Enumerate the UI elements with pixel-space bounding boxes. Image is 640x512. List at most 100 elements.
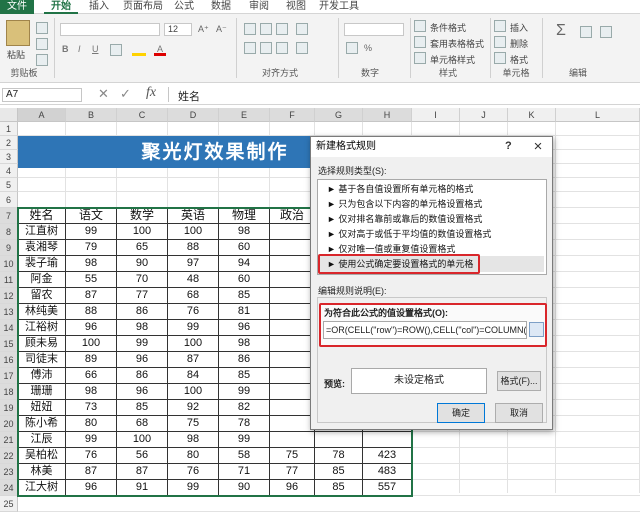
table-cell[interactable]: 99 bbox=[66, 432, 117, 448]
paste-button[interactable]: 粘贴 bbox=[7, 48, 25, 61]
table-cell[interactable]: 81 bbox=[219, 304, 270, 320]
select-all-corner[interactable] bbox=[0, 108, 18, 122]
cancel-button[interactable]: 取消 bbox=[495, 403, 543, 423]
table-cell[interactable]: 98 bbox=[66, 256, 117, 272]
row-header[interactable]: 5 bbox=[0, 178, 18, 192]
column-header[interactable]: I bbox=[412, 108, 460, 122]
column-header[interactable]: A bbox=[18, 108, 66, 122]
row-header[interactable]: 18 bbox=[0, 384, 18, 400]
rule-type-list[interactable]: ► 基于各自值设置所有单元格的格式 ► 只为包含以下内容的单元格设置格式 ► 仅… bbox=[317, 179, 547, 275]
help-icon[interactable]: ? bbox=[505, 140, 512, 152]
table-cell[interactable]: 48 bbox=[168, 272, 219, 288]
table-cell[interactable] bbox=[270, 368, 315, 384]
table-cell[interactable]: 98 bbox=[219, 224, 270, 240]
table-cell[interactable]: 87 bbox=[168, 352, 219, 368]
table-cell[interactable] bbox=[270, 320, 315, 336]
row-header[interactable]: 9 bbox=[0, 240, 18, 256]
column-header[interactable]: B bbox=[66, 108, 117, 122]
merge-center-icon[interactable] bbox=[296, 42, 308, 54]
row-header[interactable]: 14 bbox=[0, 320, 18, 336]
table-cell[interactable]: 96 bbox=[117, 352, 168, 368]
table-cell[interactable]: 96 bbox=[66, 480, 117, 496]
percent-icon[interactable]: % bbox=[364, 43, 372, 53]
row-header[interactable]: 4 bbox=[0, 164, 18, 178]
insert-cells-icon[interactable] bbox=[494, 20, 506, 32]
format-as-table-button[interactable]: 套用表格格式 bbox=[430, 37, 484, 50]
table-cell[interactable]: 88 bbox=[66, 304, 117, 320]
cell-styles-button[interactable]: 单元格样式 bbox=[430, 53, 475, 66]
table-cell[interactable] bbox=[270, 256, 315, 272]
row-header[interactable]: 19 bbox=[0, 400, 18, 416]
tab-home[interactable]: 开始 bbox=[44, 0, 78, 14]
table-cell[interactable]: 86 bbox=[219, 352, 270, 368]
table-cell[interactable]: 55 bbox=[66, 272, 117, 288]
table-cell[interactable] bbox=[270, 272, 315, 288]
table-cell[interactable]: 100 bbox=[168, 224, 219, 240]
table-cell[interactable]: 100 bbox=[117, 224, 168, 240]
row-header[interactable]: 13 bbox=[0, 304, 18, 320]
table-cell[interactable]: 吴柏松 bbox=[18, 448, 66, 464]
font-name-select[interactable] bbox=[60, 23, 160, 36]
cancel-icon[interactable]: ✕ bbox=[98, 86, 109, 102]
currency-icon[interactable] bbox=[346, 42, 358, 54]
table-cell[interactable] bbox=[315, 432, 363, 448]
rule-type-item[interactable]: ► 仅对高于或低于平均值的数值设置格式 bbox=[327, 228, 491, 241]
table-cell[interactable] bbox=[270, 400, 315, 416]
rule-type-item[interactable]: ► 只为包含以下内容的单元格设置格式 bbox=[327, 198, 482, 211]
table-cell[interactable]: 86 bbox=[117, 368, 168, 384]
paste-icon[interactable] bbox=[6, 20, 30, 46]
table-cell[interactable]: 98 bbox=[66, 384, 117, 400]
table-cell[interactable]: 66 bbox=[66, 368, 117, 384]
table-cell[interactable]: 97 bbox=[168, 256, 219, 272]
table-cell[interactable]: 100 bbox=[117, 432, 168, 448]
table-header-cell[interactable]: 政治 bbox=[270, 208, 315, 224]
column-header[interactable]: F bbox=[270, 108, 315, 122]
table-cell[interactable]: 妞妞 bbox=[18, 400, 66, 416]
column-header[interactable]: E bbox=[219, 108, 270, 122]
table-cell[interactable]: 99 bbox=[219, 432, 270, 448]
table-cell[interactable]: 483 bbox=[363, 464, 412, 480]
row-header[interactable]: 10 bbox=[0, 256, 18, 272]
row-header[interactable]: 7 bbox=[0, 208, 18, 224]
number-format-select[interactable] bbox=[344, 23, 404, 36]
table-cell[interactable]: 90 bbox=[117, 256, 168, 272]
border-icon[interactable] bbox=[110, 44, 122, 56]
table-cell[interactable]: 91 bbox=[117, 480, 168, 496]
table-cell[interactable]: 珊珊 bbox=[18, 384, 66, 400]
insert-cells-button[interactable]: 插入 bbox=[510, 21, 528, 34]
table-cell[interactable]: 89 bbox=[66, 352, 117, 368]
row-header[interactable]: 16 bbox=[0, 352, 18, 368]
row-header[interactable]: 17 bbox=[0, 368, 18, 384]
conditional-format-button[interactable]: 条件格式 bbox=[430, 21, 466, 34]
row-header[interactable]: 6 bbox=[0, 192, 18, 208]
copy-icon[interactable] bbox=[36, 38, 48, 50]
confirm-icon[interactable]: ✓ bbox=[120, 86, 131, 102]
table-cell[interactable]: 77 bbox=[117, 288, 168, 304]
table-cell[interactable]: 76 bbox=[168, 464, 219, 480]
table-cell[interactable]: 司徒末 bbox=[18, 352, 66, 368]
name-box[interactable]: A7 bbox=[2, 88, 82, 102]
cell-styles-icon[interactable] bbox=[414, 52, 426, 64]
table-cell[interactable]: 96 bbox=[219, 320, 270, 336]
table-cell[interactable]: 87 bbox=[117, 464, 168, 480]
table-cell[interactable]: 78 bbox=[219, 416, 270, 432]
row-header[interactable]: 22 bbox=[0, 448, 18, 464]
table-cell[interactable]: 100 bbox=[168, 336, 219, 352]
format-cells-button[interactable]: 格式 bbox=[510, 53, 528, 66]
table-cell[interactable]: 99 bbox=[219, 384, 270, 400]
close-button[interactable]: × bbox=[525, 137, 551, 157]
insert-function-icon[interactable]: fx bbox=[146, 85, 156, 101]
table-cell[interactable]: 76 bbox=[66, 448, 117, 464]
table-cell[interactable]: 87 bbox=[66, 288, 117, 304]
align-center-icon[interactable] bbox=[260, 42, 272, 54]
table-cell[interactable]: 85 bbox=[117, 400, 168, 416]
fill-color-icon[interactable] bbox=[132, 44, 146, 56]
table-cell[interactable]: 99 bbox=[168, 320, 219, 336]
align-left-icon[interactable] bbox=[244, 42, 256, 54]
table-cell[interactable]: 85 bbox=[315, 464, 363, 480]
table-cell[interactable] bbox=[363, 432, 412, 448]
table-header-cell[interactable]: 英语 bbox=[168, 208, 219, 224]
table-cell[interactable]: 裴子瑜 bbox=[18, 256, 66, 272]
table-cell[interactable]: 99 bbox=[168, 480, 219, 496]
tab-insert[interactable]: 插入 bbox=[82, 0, 116, 14]
